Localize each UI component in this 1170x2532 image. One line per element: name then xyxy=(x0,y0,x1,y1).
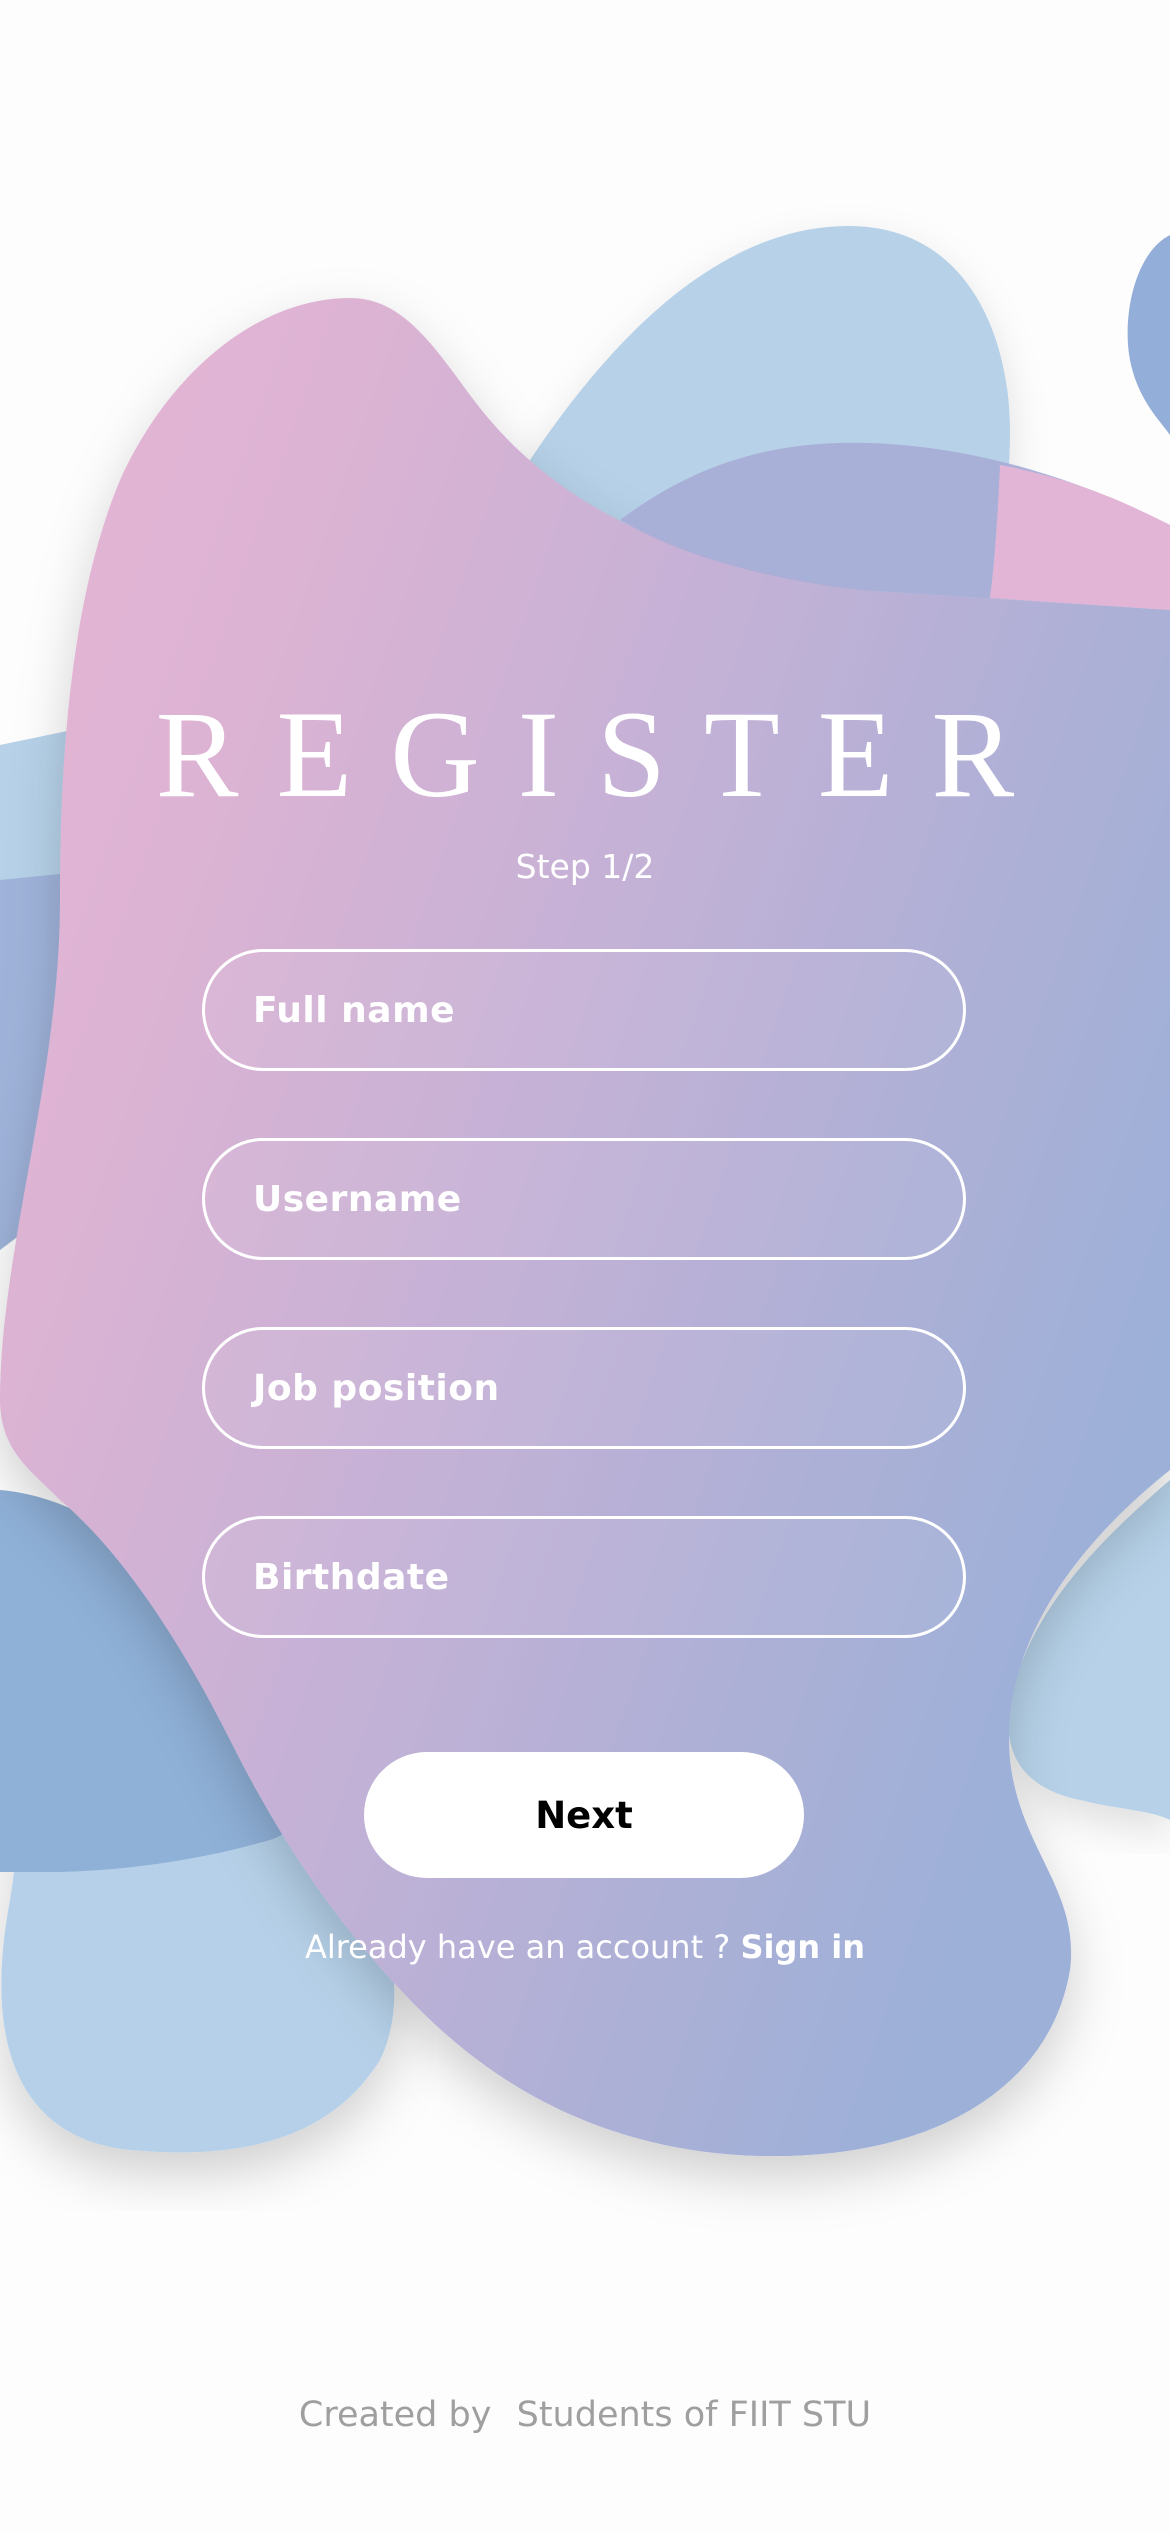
next-button[interactable]: Next xyxy=(364,1752,804,1878)
footer-credit: Created by Students of FIIT STU xyxy=(0,2390,1170,2440)
register-content: REGISTER Step 1/2 Full name Username Job… xyxy=(0,0,1170,2532)
username-field[interactable]: Username xyxy=(202,1138,966,1260)
signin-link[interactable]: Sign in xyxy=(740,1928,865,1966)
register-screen: REGISTER Step 1/2 Full name Username Job… xyxy=(0,0,1170,2532)
footer-prefix: Created by xyxy=(298,2395,492,2435)
username-placeholder: Username xyxy=(253,1178,462,1220)
full-name-field[interactable]: Full name xyxy=(202,949,966,1071)
job-position-field[interactable]: Job position xyxy=(202,1327,966,1449)
signin-row: Already have an account ? Sign in xyxy=(0,1922,1170,1972)
job-position-placeholder: Job position xyxy=(253,1367,500,1409)
birthdate-field[interactable]: Birthdate xyxy=(202,1516,966,1638)
signin-prompt: Already have an account ? xyxy=(304,1928,731,1966)
page-title: REGISTER xyxy=(155,686,1053,823)
footer-author: Students of FIIT STU xyxy=(516,2395,872,2435)
full-name-placeholder: Full name xyxy=(253,989,455,1031)
step-indicator: Step 1/2 xyxy=(515,847,655,886)
birthdate-placeholder: Birthdate xyxy=(253,1556,450,1598)
